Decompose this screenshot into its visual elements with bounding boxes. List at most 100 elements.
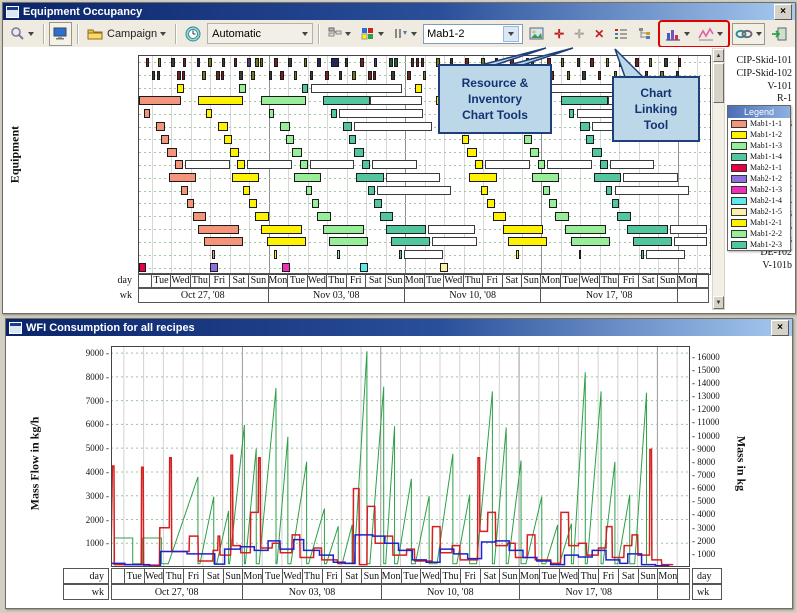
gantt-bar[interactable] <box>212 250 215 259</box>
gantt-bar[interactable] <box>249 199 257 208</box>
snapshot-button[interactable] <box>525 22 548 46</box>
gantt-bar[interactable] <box>646 250 685 259</box>
gantt-bar[interactable] <box>532 173 559 182</box>
hierarchy-view-button[interactable] <box>324 22 355 46</box>
batch-combo[interactable]: Mab1-2 <box>423 24 523 44</box>
gantt-bar[interactable] <box>339 71 343 80</box>
gantt-bar[interactable] <box>571 237 610 246</box>
gantt-bar[interactable] <box>423 71 427 80</box>
gantt-bar[interactable] <box>224 135 232 144</box>
gantt-bar[interactable] <box>633 237 672 246</box>
gantt-bar[interactable] <box>343 122 353 131</box>
gantt-bar[interactable] <box>404 250 443 259</box>
gantt-bar[interactable] <box>255 212 269 221</box>
chart-linking-button[interactable] <box>732 23 765 45</box>
gantt-bar[interactable] <box>374 58 378 67</box>
gantt-bar[interactable] <box>561 58 565 67</box>
gantt-bar[interactable] <box>198 225 239 234</box>
gantt-bar[interactable] <box>269 109 275 118</box>
combo-dropdown-button[interactable] <box>503 26 519 42</box>
outline-tree-button[interactable] <box>634 22 656 46</box>
gantt-bar[interactable] <box>243 186 250 195</box>
gantt-bar[interactable] <box>407 71 411 80</box>
gantt-bar[interactable] <box>269 71 273 80</box>
gantt-bar[interactable] <box>547 160 592 169</box>
gantt-bar[interactable] <box>394 58 398 67</box>
gantt-bar[interactable] <box>579 250 582 259</box>
gantt-bar[interactable] <box>157 71 161 80</box>
gantt-bar[interactable] <box>428 225 475 234</box>
gantt-bar[interactable] <box>139 263 146 272</box>
gantt-bar[interactable] <box>580 122 590 131</box>
gantt-bar[interactable] <box>280 71 284 80</box>
time-scale-button[interactable] <box>181 22 205 46</box>
delete-button[interactable]: ✕ <box>590 22 608 46</box>
gantt-bar[interactable] <box>360 263 368 272</box>
close-icon[interactable]: × <box>774 4 792 20</box>
gantt-bar[interactable] <box>306 186 313 195</box>
gantt-bar[interactable] <box>261 225 302 234</box>
gantt-bar[interactable] <box>462 135 470 144</box>
gantt-bar[interactable] <box>331 58 339 67</box>
mode-select[interactable]: Automatic <box>207 23 313 44</box>
gantt-bar[interactable] <box>600 160 608 169</box>
gantt-bar[interactable] <box>678 58 682 67</box>
gantt-bar[interactable] <box>606 186 613 195</box>
gantt-bar[interactable] <box>156 122 166 131</box>
gantt-bar[interactable] <box>282 263 290 272</box>
gantt-bar[interactable] <box>549 199 557 208</box>
gantt-bar[interactable] <box>146 58 150 67</box>
gantt-bar[interactable] <box>198 96 243 105</box>
gantt-bar[interactable] <box>323 225 364 234</box>
gantt-bar[interactable] <box>487 199 495 208</box>
gantt-bar[interactable] <box>538 160 546 169</box>
gantt-bar[interactable] <box>260 58 264 67</box>
gantt-bar[interactable] <box>294 71 298 80</box>
gantt-bar[interactable] <box>339 109 423 118</box>
scrollbar-thumb[interactable] <box>713 63 724 103</box>
gantt-bar[interactable] <box>193 212 207 221</box>
vertical-scrollbar[interactable]: ▲ ▼ <box>712 48 725 310</box>
gantt-bar[interactable] <box>292 148 302 157</box>
gantt-bar[interactable] <box>641 250 644 259</box>
gantt-bar[interactable] <box>239 84 246 93</box>
filter-flow-button[interactable] <box>390 22 421 46</box>
gantt-bar[interactable] <box>181 186 188 195</box>
gantt-bar[interactable] <box>635 58 639 67</box>
gantt-bar[interactable] <box>569 109 575 118</box>
gantt-bar[interactable] <box>374 199 382 208</box>
gantt-bar[interactable] <box>360 58 364 67</box>
gantt-bar[interactable] <box>210 263 218 272</box>
gantt-bar[interactable] <box>555 212 569 221</box>
export-button[interactable] <box>767 22 791 46</box>
gantt-bar[interactable] <box>391 71 395 80</box>
gantt-bar[interactable] <box>594 173 621 182</box>
resource-chart-button[interactable] <box>661 22 694 46</box>
gantt-bar[interactable] <box>261 96 306 105</box>
gantt-bar[interactable] <box>615 186 689 195</box>
gantt-bar[interactable] <box>416 58 420 67</box>
campaign-button[interactable]: Campaign <box>83 22 170 46</box>
gantt-bar[interactable] <box>230 148 240 157</box>
gantt-bar[interactable] <box>421 58 425 67</box>
gantt-bar[interactable] <box>354 122 432 131</box>
gantt-bar[interactable] <box>323 96 370 105</box>
gantt-bar[interactable] <box>310 160 355 169</box>
gantt-bar[interactable] <box>516 250 519 259</box>
display-options-button[interactable] <box>49 22 72 46</box>
gantt-bar[interactable] <box>182 71 186 80</box>
window2-titlebar[interactable]: WFI Consumption for all recipes × <box>6 319 792 336</box>
gantt-bar[interactable] <box>234 58 238 67</box>
add-item-disabled-button[interactable]: ✛ <box>570 22 588 46</box>
gantt-bar[interactable] <box>389 58 393 67</box>
gantt-bar[interactable] <box>247 58 251 67</box>
gantt-bar[interactable] <box>177 71 181 80</box>
gantt-bar[interactable] <box>386 173 441 182</box>
gantt-bar[interactable] <box>469 173 496 182</box>
gantt-bar[interactable] <box>300 160 308 169</box>
gantt-bar[interactable] <box>508 237 547 246</box>
gantt-bar[interactable] <box>606 58 610 67</box>
gantt-bar[interactable] <box>598 71 602 80</box>
gantt-bar[interactable] <box>202 71 206 80</box>
gantt-bar[interactable] <box>294 173 321 182</box>
